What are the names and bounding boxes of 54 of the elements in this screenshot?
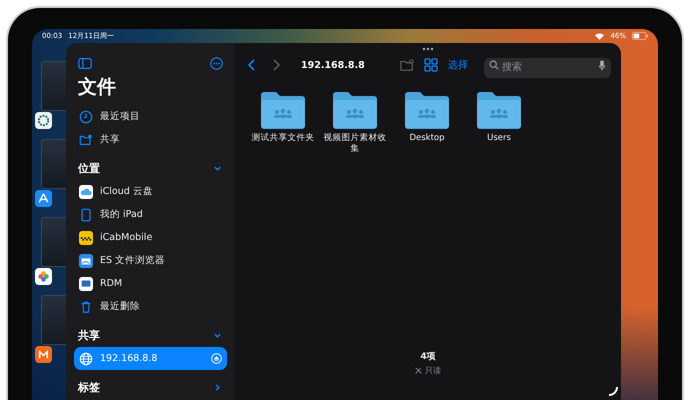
wifi-icon	[595, 32, 604, 40]
more-icon[interactable]	[210, 56, 223, 70]
sidebar-item[interactable]: ES 文件浏览器	[74, 249, 227, 272]
section-header: 标签	[78, 380, 100, 394]
shared-folder-icon[interactable]	[404, 91, 450, 129]
new-folder-icon[interactable]	[400, 58, 414, 72]
app-store-icon[interactable]	[35, 190, 52, 207]
window-grabber-icon[interactable]	[422, 47, 434, 51]
no-edit-icon	[415, 367, 422, 374]
folder-name: 视频图片素材收集	[322, 133, 388, 155]
folder-name: 测试共享文件夹	[250, 133, 316, 144]
shared-folder-icon[interactable]	[476, 91, 522, 129]
chevron-icon[interactable]	[213, 382, 222, 392]
taxi-app-icon	[79, 230, 93, 244]
clock-icon	[79, 110, 93, 124]
search-field[interactable]: 搜索	[484, 58, 611, 78]
microphone-icon[interactable]	[598, 60, 606, 70]
monitor-app-icon	[79, 276, 93, 290]
shared-folder-icon[interactable]	[332, 91, 378, 129]
sidebar-item[interactable]: 我的 iPad	[74, 203, 227, 226]
sidebar-item[interactable]: 最近删除	[74, 295, 227, 318]
globe-icon	[79, 352, 93, 366]
section-header: 位置	[78, 160, 100, 176]
shared-folder-icon	[79, 132, 93, 146]
chevron-icon[interactable]	[213, 330, 222, 340]
search-icon	[489, 60, 499, 70]
chevron-icon[interactable]	[213, 164, 222, 172]
photos-app-icon[interactable]	[35, 268, 52, 285]
battery-icon	[632, 32, 648, 40]
folder-name: Users	[486, 133, 512, 144]
read-only-status: 只读	[425, 365, 441, 376]
gear-app-icon[interactable]	[35, 112, 52, 129]
sidebar-item[interactable]: 共享	[74, 128, 227, 151]
sidebar-item[interactable]: iCabMobile	[74, 226, 227, 249]
cloud-app-icon	[79, 184, 93, 198]
section-header: 共享	[78, 328, 100, 342]
sidebar-item[interactable]: 192.168.8.8	[74, 347, 227, 370]
select-button[interactable]: 选择	[448, 58, 468, 72]
path-title: 192.168.8.8	[301, 60, 365, 70]
sidebar-item[interactable]: iCloud 云盘	[74, 180, 227, 203]
sidebar-item[interactable]: 最近项目	[74, 105, 227, 128]
tablet-icon	[79, 208, 93, 222]
sidebar-item[interactable]: RDM	[74, 272, 227, 295]
sidebar-toggle-icon[interactable]	[78, 58, 92, 68]
shared-folder-icon[interactable]	[260, 91, 306, 129]
folder-app-icon	[79, 254, 93, 268]
grid-view-icon[interactable]	[424, 58, 438, 72]
item-count: 4项	[420, 351, 436, 363]
sidebar-title: 文件	[78, 75, 116, 99]
trash-icon	[79, 300, 93, 314]
resize-handle-icon[interactable]	[608, 386, 618, 396]
video-app-icon[interactable]	[35, 346, 52, 363]
eject-icon[interactable]	[211, 353, 222, 364]
folder-name: Desktop	[408, 133, 446, 144]
